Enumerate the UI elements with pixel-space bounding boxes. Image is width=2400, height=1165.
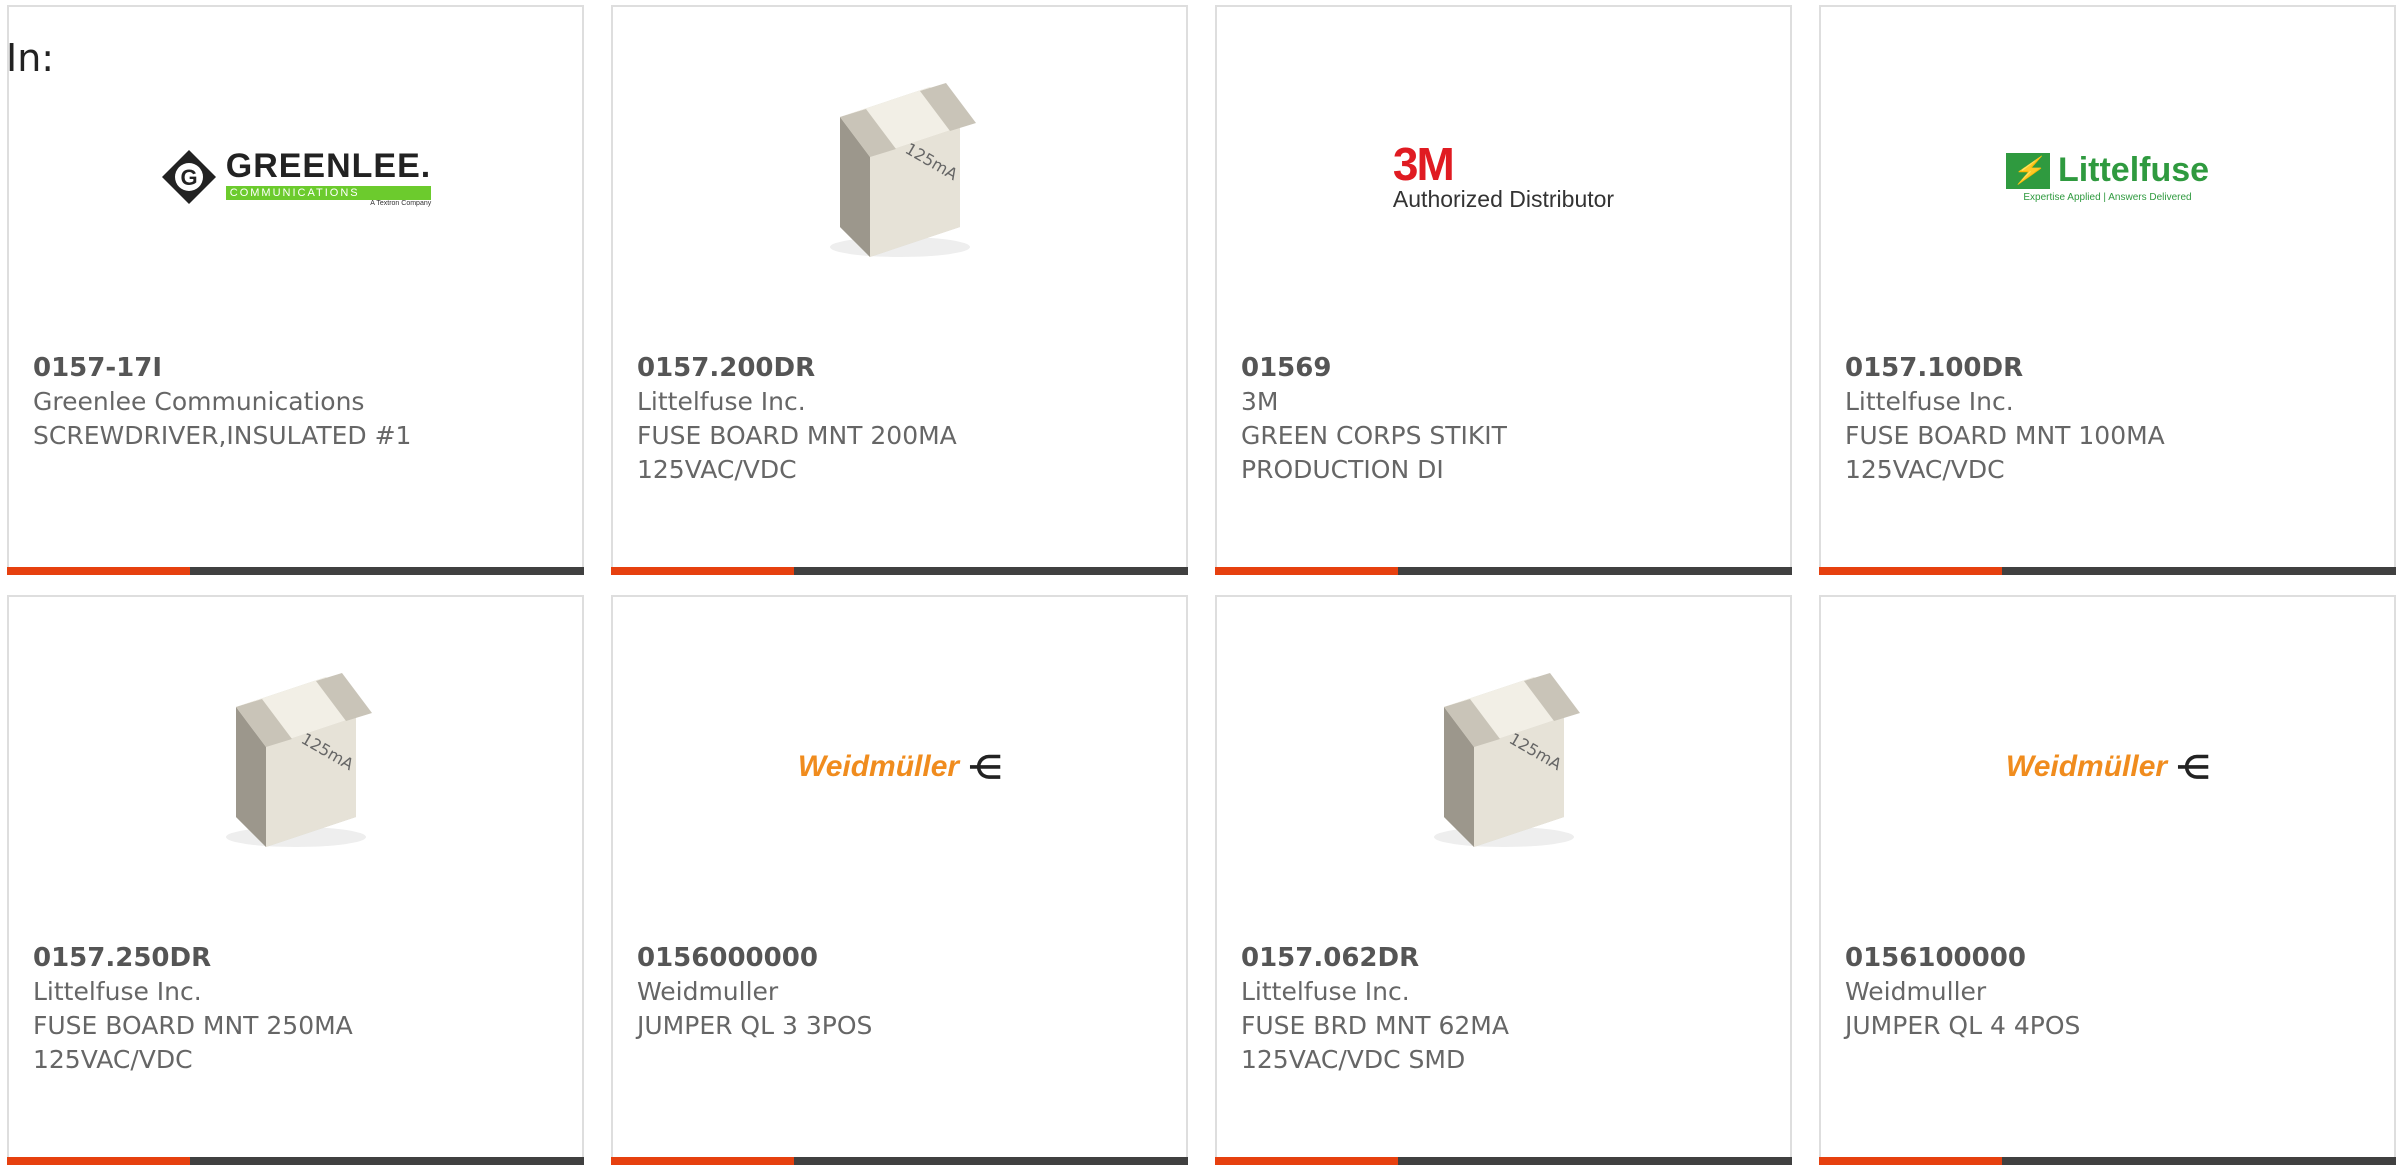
product-card[interactable]: 125mA 0157.200DR Littelfuse Inc. FUSE BO… <box>611 5 1188 575</box>
card-bar <box>611 567 1188 575</box>
card-bar <box>7 1157 584 1165</box>
card-bar <box>611 1157 1188 1165</box>
weidmuller-logo: Weidmüller ⋲ <box>2006 748 2209 786</box>
description-line: FUSE BOARD MNT 250MA <box>33 1011 353 1040</box>
product-card[interactable]: 125mA 0157.250DR Littelfuse Inc. FUSE BO… <box>7 595 584 1165</box>
description-line: FUSE BRD MNT 62MA <box>1241 1011 1509 1040</box>
greenlee-logo-small: A Textron Company <box>370 200 432 207</box>
product-info: 0157.062DR Littelfuse Inc. FUSE BRD MNT … <box>1241 941 1770 1077</box>
manufacturer: Greenlee Communications <box>33 387 365 416</box>
product-image[interactable]: 3M Authorized Distributor <box>1217 67 1790 287</box>
littelfuse-logo-name: Littelfuse <box>2057 151 2210 189</box>
product-image[interactable]: 125mA <box>9 657 582 877</box>
svg-text:G: G <box>180 165 197 190</box>
product-info: 0156000000 Weidmuller JUMPER QL 3 3POS <box>637 941 1166 1043</box>
manufacturer: Littelfuse Inc. <box>1241 977 1410 1006</box>
description-line: PRODUCTION DI <box>1241 455 1444 484</box>
3m-logo-sub: Authorized Distributor <box>1392 185 1615 212</box>
product-image[interactable]: 125mA <box>613 67 1186 287</box>
fuse-photo: 125mA <box>225 673 372 847</box>
description-line: 125VAC/VDC <box>1845 455 2005 484</box>
weidmuller-logo-name: Weidmüller <box>797 750 960 783</box>
littelfuse-mark-icon: ⚡ <box>2005 152 2050 189</box>
part-number[interactable]: 0157.062DR <box>1241 941 1770 975</box>
part-number[interactable]: 0157.200DR <box>637 351 1166 385</box>
product-info: 0157-17I Greenlee Communications SCREWDR… <box>33 351 562 453</box>
product-image[interactable]: ⚡ Littelfuse Expertise Applied | Answers… <box>1821 67 2394 287</box>
product-image[interactable]: Weidmüller ⋲ <box>613 657 1186 877</box>
card-bar-accent <box>1215 1157 1398 1165</box>
description-line: 125VAC/VDC <box>637 455 797 484</box>
description-line: GREEN CORPS STIKIT <box>1241 421 1507 450</box>
manufacturer: Littelfuse Inc. <box>1845 387 2014 416</box>
card-bar <box>1819 567 2396 575</box>
product-info: 0157.250DR Littelfuse Inc. FUSE BOARD MN… <box>33 941 562 1077</box>
weidmuller-logo-name: Weidmüller <box>2005 750 2168 783</box>
product-image[interactable]: 125mA <box>1217 657 1790 877</box>
description-line: SCREWDRIVER,INSULATED #1 <box>33 421 412 450</box>
product-info: 0156100000 Weidmuller JUMPER QL 4 4POS <box>1845 941 2374 1043</box>
weidmuller-mark-icon: ⋲ <box>969 749 1002 785</box>
littelfuse-logo: ⚡ Littelfuse Expertise Applied | Answers… <box>2005 151 2210 203</box>
card-bar-accent <box>611 1157 794 1165</box>
weidmuller-logo: Weidmüller ⋲ <box>798 748 1001 786</box>
description-line: 125VAC/VDC SMD <box>1241 1045 1466 1074</box>
manufacturer: Weidmuller <box>1845 977 1987 1006</box>
product-card[interactable]: 3M Authorized Distributor 01569 3M GREEN… <box>1215 5 1792 575</box>
manufacturer: Weidmuller <box>637 977 779 1006</box>
fuse-photo: 125mA <box>799 77 1000 277</box>
card-bar <box>1819 1157 2396 1165</box>
3m-logo-name: 3M <box>1392 137 1455 190</box>
manufacturer: Littelfuse Inc. <box>637 387 806 416</box>
card-bar-accent <box>7 1157 190 1165</box>
part-number[interactable]: 0157-17I <box>33 351 562 385</box>
card-bar-accent <box>1819 1157 2002 1165</box>
card-bar <box>1215 567 1792 575</box>
product-card[interactable]: G GREENLEE. COMMUNICATIONS A Textron Com… <box>7 5 584 575</box>
greenlee-logo-sub: COMMUNICATIONS <box>225 186 432 200</box>
fuse-photo: 125mA <box>1433 673 1580 847</box>
card-bar-accent <box>1819 567 2002 575</box>
card-bar-accent <box>7 567 190 575</box>
greenlee-diamond-icon: G <box>161 150 216 204</box>
product-info: 01569 3M GREEN CORPS STIKIT PRODUCTION D… <box>1241 351 1770 487</box>
weidmuller-mark-icon: ⋲ <box>2177 749 2210 785</box>
description-line: JUMPER QL 3 3POS <box>637 1011 873 1040</box>
product-image[interactable]: G GREENLEE. COMMUNICATIONS A Textron Com… <box>9 67 582 287</box>
product-info: 0157.100DR Littelfuse Inc. FUSE BOARD MN… <box>1845 351 2374 487</box>
description-line: JUMPER QL 4 4POS <box>1845 1011 2081 1040</box>
part-number[interactable]: 0156100000 <box>1845 941 2374 975</box>
part-number[interactable]: 0157.100DR <box>1845 351 2374 385</box>
part-number[interactable]: 0156000000 <box>637 941 1166 975</box>
product-card[interactable]: ⚡ Littelfuse Expertise Applied | Answers… <box>1819 5 2396 575</box>
part-number[interactable]: 01569 <box>1241 351 1770 385</box>
in-label: In: <box>6 36 55 80</box>
card-bar <box>1215 1157 1792 1165</box>
card-bar-accent <box>611 567 794 575</box>
part-number[interactable]: 0157.250DR <box>33 941 562 975</box>
greenlee-logo-name: GREENLEE. <box>225 147 432 185</box>
product-card[interactable]: Weidmüller ⋲ 0156100000 Weidmuller JUMPE… <box>1819 595 2396 1165</box>
product-card[interactable]: 125mA 0157.062DR Littelfuse Inc. FUSE BR… <box>1215 595 1792 1165</box>
manufacturer: Littelfuse Inc. <box>33 977 202 1006</box>
card-bar <box>7 567 584 575</box>
product-image[interactable]: Weidmüller ⋲ <box>1821 657 2394 877</box>
description-line: FUSE BOARD MNT 100MA <box>1845 421 2165 450</box>
description-line: 125VAC/VDC <box>33 1045 193 1074</box>
product-info: 0157.200DR Littelfuse Inc. FUSE BOARD MN… <box>637 351 1166 487</box>
description-line: FUSE BOARD MNT 200MA <box>637 421 957 450</box>
card-bar-accent <box>1215 567 1398 575</box>
greenlee-logo: G GREENLEE. COMMUNICATIONS A Textron Com… <box>160 147 432 207</box>
littelfuse-logo-tag: Expertise Applied | Answers Delivered <box>2023 192 2192 203</box>
product-card[interactable]: Weidmüller ⋲ 0156000000 Weidmuller JUMPE… <box>611 595 1188 1165</box>
3m-logo: 3M Authorized Distributor <box>1392 137 1615 213</box>
manufacturer: 3M <box>1241 387 1279 416</box>
